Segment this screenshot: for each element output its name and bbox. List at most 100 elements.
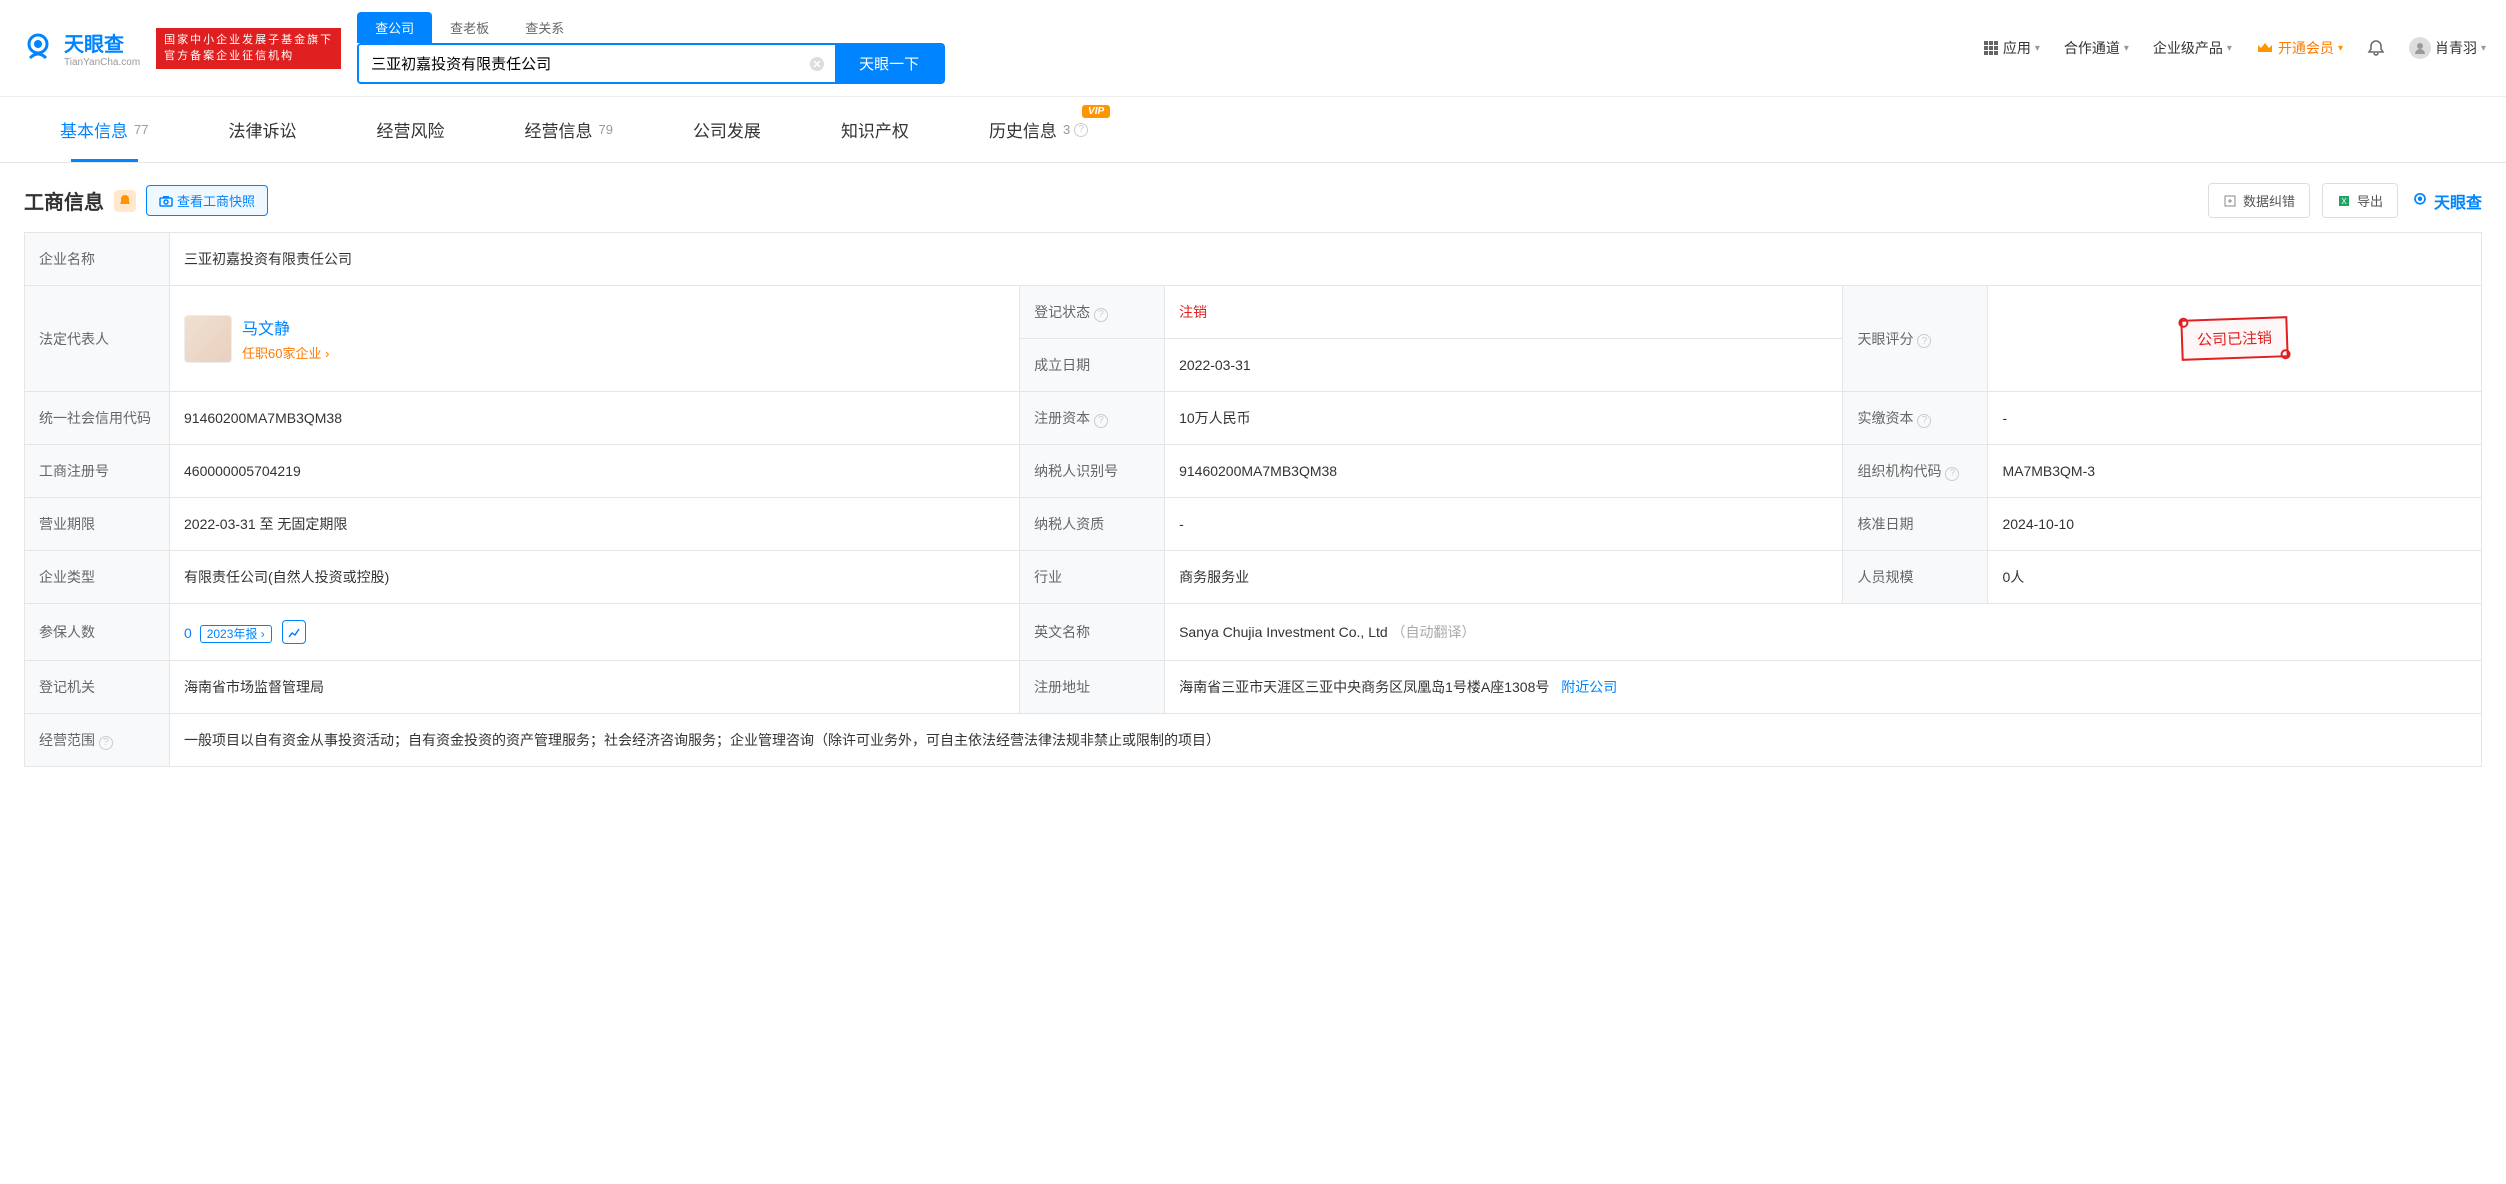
value-score: 公司已注销 [1988, 286, 2482, 392]
tab-count: 79 [598, 122, 612, 137]
excel-icon: X [2337, 194, 2351, 208]
value-reg-no: 460000005704219 [170, 445, 1020, 498]
chevron-down-icon: ▾ [2124, 43, 2129, 54]
tab-label: 法律诉讼 [228, 117, 296, 142]
help-icon[interactable]: ? [99, 736, 113, 750]
tab-basic-info[interactable]: 基本信息 77 [20, 97, 188, 162]
help-icon[interactable]: ? [1917, 414, 1931, 428]
search-tab-company[interactable]: 查公司 [357, 12, 432, 43]
nav-vip[interactable]: 开通会员 ▾ [2256, 38, 2343, 58]
label-tax-qual: 纳税人资质 [1020, 498, 1165, 551]
camera-icon [159, 194, 173, 208]
help-icon[interactable]: ? [1074, 123, 1088, 137]
tab-ip[interactable]: 知识产权 [801, 97, 949, 162]
user-name: 肖青羽 [2435, 38, 2477, 58]
year-report-link[interactable]: 2023年报 › [200, 625, 272, 643]
value-org-code: MA7MB3QM-3 [1988, 445, 2482, 498]
watermark-text: 天眼查 [2434, 189, 2482, 213]
value-paid-capital: - [1988, 392, 2482, 445]
label-reg-capital: 注册资本 ? [1020, 392, 1165, 445]
logo[interactable]: 天眼查 TianYanCha.com [20, 28, 140, 68]
legal-rep-companies-link[interactable]: 任职60家企业 › [242, 343, 329, 362]
official-badge: 国家中小企业发展子基金旗下 官方备案企业征信机构 [156, 28, 341, 69]
chart-icon[interactable] [282, 620, 306, 644]
label-credit-code: 统一社会信用代码 [25, 392, 170, 445]
correction-button[interactable]: 数据纠错 [2208, 183, 2310, 218]
edit-icon [2223, 194, 2237, 208]
nav-vip-label: 开通会员 [2278, 38, 2334, 58]
help-icon[interactable]: ? [1094, 308, 1108, 322]
search-tab-relation[interactable]: 查关系 [507, 12, 582, 43]
correction-label: 数据纠错 [2243, 191, 2295, 210]
search-input[interactable] [359, 45, 799, 82]
nav-cooperation[interactable]: 合作通道 ▾ [2064, 38, 2129, 58]
tab-count: 3 [1063, 122, 1070, 137]
value-industry: 商务服务业 [1165, 551, 1843, 604]
value-scope: 一般项目以自有资金从事投资活动；自有资金投资的资产管理服务；社会经济咨询服务；企… [170, 714, 2482, 767]
value-legal-rep: 马文静 任职60家企业 › [170, 286, 1020, 392]
label-company-name: 企业名称 [25, 233, 170, 286]
value-approve-date: 2024-10-10 [1988, 498, 2482, 551]
value-staff: 0人 [1988, 551, 2482, 604]
search-area: 查公司 查老板 查关系 天眼一下 [357, 12, 945, 84]
tab-count: 77 [134, 122, 148, 137]
tab-business-info[interactable]: 经营信息 79 [484, 97, 652, 162]
notifications-icon[interactable] [2367, 39, 2385, 57]
value-credit-code: 91460200MA7MB3QM38 [170, 392, 1020, 445]
nav-app-label: 应用 [2003, 38, 2031, 58]
value-address: 海南省三亚市天涯区三亚中央商务区凤凰岛1号楼A座1308号 附近公司 [1165, 661, 2482, 714]
chevron-down-icon: ▾ [2035, 43, 2040, 54]
label-est-date: 成立日期 [1020, 339, 1165, 392]
header-right: 应用 ▾ 合作通道 ▾ 企业级产品 ▾ 开通会员 ▾ 肖青羽 ▾ [1983, 37, 2486, 59]
label-legal-rep: 法定代表人 [25, 286, 170, 392]
nearby-companies-link[interactable]: 附近公司 [1561, 679, 1617, 695]
search-button[interactable]: 天眼一下 [835, 45, 943, 82]
label-staff: 人员规模 [1843, 551, 1988, 604]
value-insured: 0 2023年报 › [170, 604, 1020, 661]
nav-app[interactable]: 应用 ▾ [1983, 38, 2040, 58]
view-snapshot-button[interactable]: 查看工商快照 [146, 185, 268, 216]
logo-text-en: TianYanCha.com [64, 57, 140, 68]
nav-enterprise[interactable]: 企业级产品 ▾ [2153, 38, 2232, 58]
label-authority: 登记机关 [25, 661, 170, 714]
help-icon[interactable]: ? [1094, 414, 1108, 428]
category-tabs: 基本信息 77 法律诉讼 经营风险 经营信息 79 公司发展 知识产权 历史信息… [0, 97, 2506, 163]
value-en-name: Sanya Chujia Investment Co., Ltd （自动翻译） [1165, 604, 2482, 661]
help-icon[interactable]: ? [1945, 467, 1959, 481]
label-org-code: 组织机构代码 ? [1843, 445, 1988, 498]
label-reg-status: 登记状态 ? [1020, 286, 1165, 339]
person-avatar[interactable] [184, 315, 232, 363]
clear-icon[interactable] [799, 45, 835, 82]
tab-development[interactable]: 公司发展 [653, 97, 801, 162]
logo-text-cn: 天眼查 [64, 28, 140, 57]
tab-label: 知识产权 [841, 117, 909, 142]
value-est-date: 2022-03-31 [1165, 339, 1843, 392]
tab-label: 历史信息 [989, 117, 1057, 142]
vip-badge: VIP [1082, 105, 1110, 118]
chevron-down-icon: ▾ [2338, 43, 2343, 54]
value-term: 2022-03-31 至 无固定期限 [170, 498, 1020, 551]
help-icon[interactable]: ? [1917, 334, 1931, 348]
label-reg-no: 工商注册号 [25, 445, 170, 498]
search-tabs: 查公司 查老板 查关系 [357, 12, 945, 43]
label-score: 天眼评分 ? [1843, 286, 1988, 392]
search-box: 天眼一下 [357, 43, 945, 84]
search-tab-boss[interactable]: 查老板 [432, 12, 507, 43]
insured-count-link[interactable]: 0 [184, 625, 192, 641]
tab-history[interactable]: 历史信息 3 ? VIP [949, 97, 1128, 162]
user-menu[interactable]: 肖青羽 ▾ [2409, 37, 2486, 59]
alert-icon[interactable] [114, 190, 136, 212]
label-approve-date: 核准日期 [1843, 498, 1988, 551]
value-tax-qual: - [1165, 498, 1843, 551]
tab-risk[interactable]: 经营风险 [336, 97, 484, 162]
section-title: 工商信息 [24, 186, 104, 215]
label-address: 注册地址 [1020, 661, 1165, 714]
tab-lawsuit[interactable]: 法律诉讼 [188, 97, 336, 162]
legal-rep-name-link[interactable]: 马文静 [242, 315, 329, 339]
badge-line1: 国家中小企业发展子基金旗下 [164, 32, 333, 49]
tab-label: 经营风险 [376, 117, 444, 142]
svg-text:X: X [2341, 197, 2347, 206]
export-button[interactable]: X 导出 [2322, 183, 2398, 218]
label-insured: 参保人数 [25, 604, 170, 661]
tab-label: 经营信息 [524, 117, 592, 142]
